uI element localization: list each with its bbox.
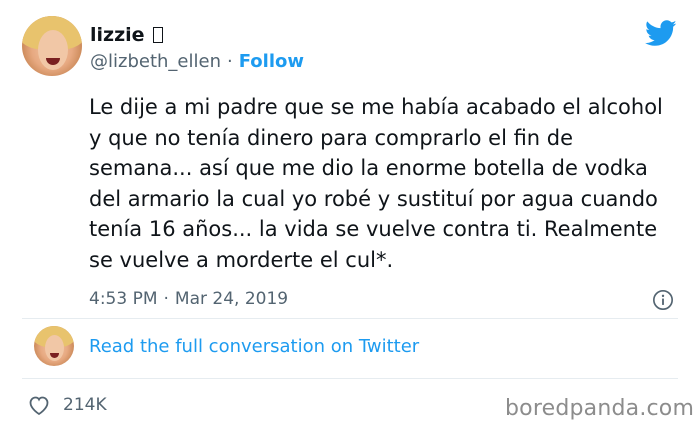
like-action[interactable]: 214K [27, 394, 107, 416]
divider [22, 378, 678, 379]
follow-button[interactable]: Follow [239, 51, 304, 72]
separator-dot: · [226, 51, 233, 72]
read-full-conversation-link[interactable]: Read the full conversation on Twitter [89, 336, 419, 357]
author-name-line: lizzie [90, 24, 163, 46]
emoji-placeholder-icon [152, 27, 163, 43]
handle-line: @lizbeth_ellen · Follow [90, 51, 304, 72]
tweet-date[interactable]: Mar 24, 2019 [175, 289, 288, 309]
author-handle[interactable]: @lizbeth_ellen [90, 51, 221, 72]
meta-separator: · [163, 289, 169, 309]
info-icon[interactable] [652, 289, 674, 311]
avatar[interactable] [22, 16, 82, 76]
tweet-time[interactable]: 4:53 PM [89, 289, 158, 309]
watermark: boredpanda.com [505, 396, 695, 421]
twitter-bird-icon[interactable] [645, 20, 677, 47]
display-name[interactable]: lizzie [90, 24, 145, 46]
tweet-text: Le dije a mi padre que se me había acaba… [89, 95, 663, 272]
divider [22, 318, 678, 319]
tweet-card: lizzie @lizbeth_ellen · Follow Le dije a… [0, 0, 700, 431]
tweet-meta: 4:53 PM · Mar 24, 2019 [89, 289, 288, 309]
like-count: 214K [63, 395, 107, 415]
heart-icon[interactable] [27, 394, 51, 416]
reply-avatar[interactable] [34, 326, 74, 366]
